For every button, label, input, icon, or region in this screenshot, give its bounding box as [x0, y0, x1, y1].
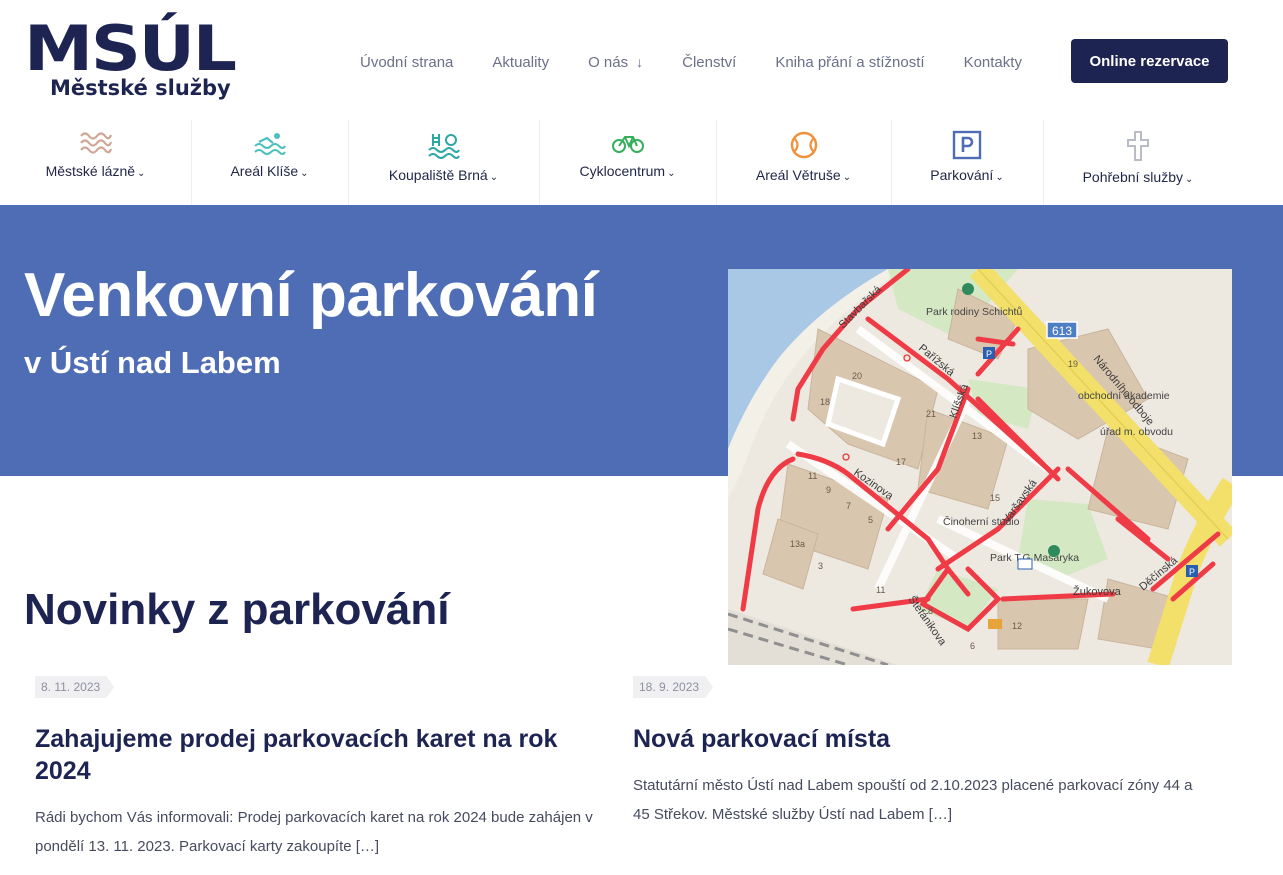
page-subtitle: v Ústí nad Labem: [24, 345, 281, 380]
tree-icon: [1048, 545, 1060, 557]
svg-text:5: 5: [868, 515, 873, 525]
post-office-icon: [1017, 558, 1033, 570]
svg-text:9: 9: [826, 485, 831, 495]
svg-text:7: 7: [846, 501, 851, 511]
chevron-down-icon: ⌄: [300, 168, 309, 179]
svg-text:18: 18: [820, 397, 830, 407]
svg-text:21: 21: [926, 409, 936, 419]
article-date: 8. 11. 2023: [35, 676, 114, 698]
nav-link-home[interactable]: Úvodní strana: [360, 54, 453, 71]
place-label: Park rodiny Schichtů: [926, 306, 1022, 318]
chevron-down-icon: ⌄: [137, 168, 146, 179]
parking-icon: [952, 130, 982, 160]
category-koupaliste-brna[interactable]: Koupaliště Brná ⌄: [348, 120, 540, 205]
article-excerpt: Rádi bychom Vás informovali: Prodej park…: [35, 809, 593, 855]
svg-text:3: 3: [818, 561, 823, 571]
chevron-down-icon: ⌄: [842, 172, 852, 183]
road-number: 613: [1052, 324, 1072, 338]
news-article[interactable]: 18. 9. 2023 Nová parkovací místa Statutá…: [633, 676, 1213, 829]
svg-text:11: 11: [876, 585, 885, 595]
svg-text:19: 19: [1068, 359, 1078, 369]
nav-link-label: Kontakty: [963, 53, 1022, 71]
nav-link-label: Členství: [682, 53, 737, 71]
place-label: Park T.G.Masaryka: [990, 552, 1079, 564]
nav-link-label: Kniha přání a stížností: [775, 53, 925, 71]
pool-ladder-icon: [427, 134, 460, 159]
place-label: obchodní akademie: [1078, 390, 1170, 402]
info-icon: [988, 619, 1002, 629]
nav-link-label: Aktuality: [492, 53, 550, 71]
nav-link-contacts[interactable]: Kontakty: [964, 54, 1022, 71]
waves-icon: [79, 132, 112, 154]
tree-icon: [962, 283, 974, 295]
bicycle-icon: [611, 136, 644, 153]
category-areal-vetruse[interactable]: Areál Větruše ⌄: [716, 120, 892, 205]
article-date: 18. 9. 2023: [633, 676, 713, 698]
news-article[interactable]: 8. 11. 2023 Zahajujeme prodej parkovacíc…: [35, 676, 615, 861]
category-label: Koupaliště Brná ⌄: [388, 167, 499, 183]
svg-text:8: 8: [928, 606, 933, 616]
page-title: Venkovní parkování: [24, 261, 598, 330]
swimmer-icon: [253, 133, 286, 155]
svg-text:12: 12: [1012, 621, 1022, 631]
article-title[interactable]: Nová parkovací místa: [633, 723, 1213, 755]
parking-zone-map[interactable]: 613 Národního odboje Kozinova Varšavská …: [728, 269, 1232, 665]
category-label: Cyklocentrum ⌄: [579, 163, 676, 179]
category-mestske-lazne[interactable]: Městské lázně ⌄: [0, 120, 192, 205]
category-label: Pohřební služby ⌄: [1082, 169, 1194, 185]
svg-text:11: 11: [808, 471, 817, 481]
category-areal-klise[interactable]: Areál Klíše ⌄: [191, 120, 349, 205]
svg-text:P: P: [986, 349, 992, 359]
svg-text:15: 15: [990, 493, 1000, 503]
arrow-down-icon: ↓: [636, 54, 644, 70]
chevron-down-icon: ⌄: [995, 172, 1004, 183]
nav-link-label: O nás: [588, 53, 629, 71]
article-excerpt: Statutární město Ústí nad Labem spouští …: [633, 777, 1193, 823]
top-navigation: Úvodní strana Aktuality O nás ↓ Členství …: [360, 40, 1061, 84]
svg-text:13a: 13a: [790, 539, 805, 549]
chevron-down-icon: ⌄: [667, 168, 676, 179]
article-title[interactable]: Zahajujeme prodej parkovacích karet na r…: [35, 723, 615, 787]
site-header: MSÚL Městské služby Úvodní strana Aktual…: [0, 0, 1283, 120]
nav-link-guestbook[interactable]: Kniha přání a stížností: [775, 54, 924, 71]
category-label: Areál Klíše ⌄: [230, 163, 309, 179]
ball-icon: [790, 131, 817, 159]
place-label: úřad m. obvodu: [1100, 426, 1173, 438]
nav-link-news[interactable]: Aktuality: [492, 54, 549, 71]
site-logo[interactable]: MSÚL Městské služby: [24, 18, 254, 108]
category-label: Areál Větruše ⌄: [755, 167, 852, 183]
place-label: Činoherní studio: [943, 515, 1020, 528]
svg-text:6: 6: [970, 641, 975, 651]
svg-text:13: 13: [972, 431, 982, 441]
category-cyklocentrum[interactable]: Cyklocentrum ⌄: [539, 120, 717, 205]
svg-text:20: 20: [852, 371, 862, 381]
category-navigation: Městské lázně ⌄ Areál Klíše ⌄ Koupaliště B…: [0, 120, 1283, 205]
nav-link-label: Úvodní strana: [360, 53, 454, 71]
news-section-title: Novinky z parkování: [24, 585, 450, 634]
cross-icon: [1127, 131, 1149, 161]
street-label: Žukovova: [1073, 585, 1122, 598]
category-label: Městské lázně ⌄: [45, 163, 146, 179]
chevron-down-icon: ⌄: [1185, 174, 1194, 185]
nav-link-membership[interactable]: Členství: [682, 54, 736, 71]
svg-text:17: 17: [896, 457, 906, 467]
category-pohrebni-sluzby[interactable]: Pohřební služby ⌄: [1043, 120, 1233, 205]
chevron-down-icon: ⌄: [489, 172, 499, 183]
logo-wordmark: MSÚL: [24, 12, 237, 85]
nav-link-about[interactable]: O nás ↓: [588, 54, 643, 71]
category-parkovani[interactable]: Parkování ⌄: [891, 120, 1044, 205]
svg-text:P: P: [1189, 567, 1195, 577]
category-label: Parkování ⌄: [930, 167, 1004, 183]
logo-subtitle: Městské služby: [50, 76, 231, 100]
online-reservation-button[interactable]: Online rezervace: [1071, 39, 1228, 83]
